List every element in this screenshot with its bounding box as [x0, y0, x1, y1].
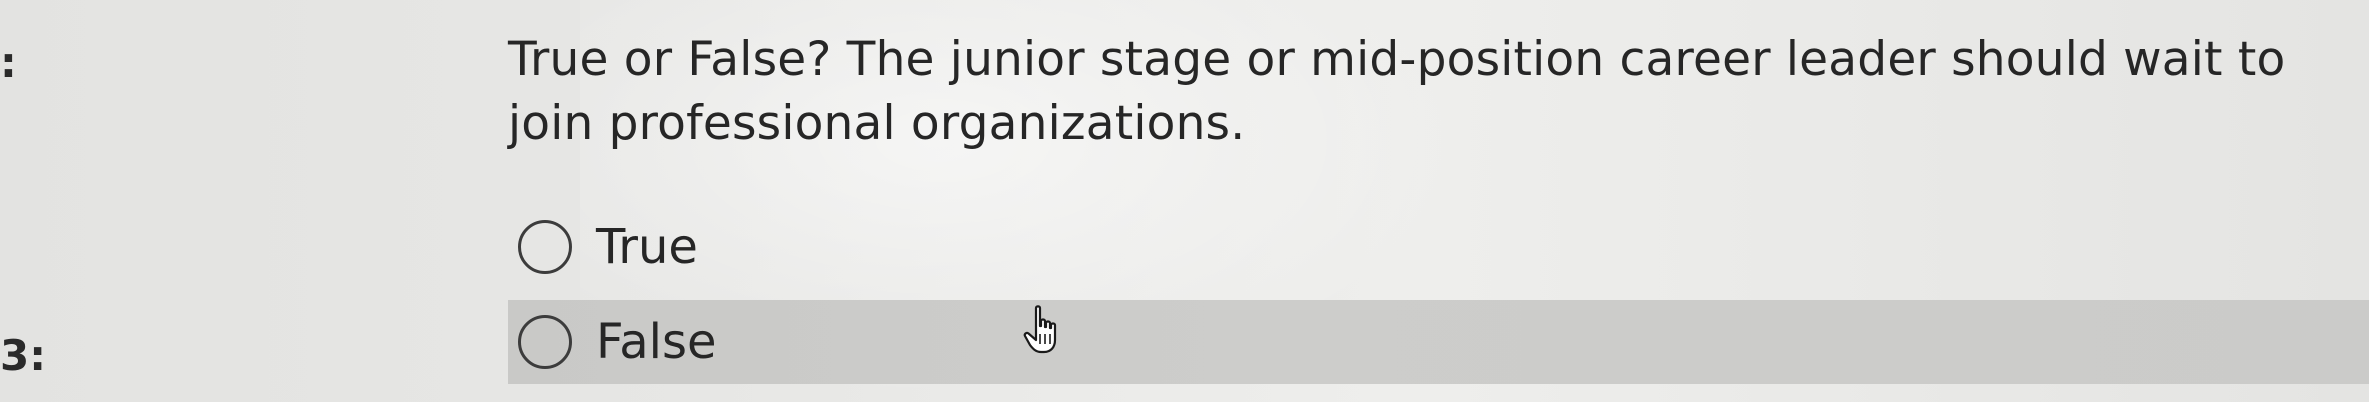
- radio-button-icon[interactable]: [518, 220, 572, 274]
- previous-question-marker: :: [0, 38, 17, 87]
- answer-option-false[interactable]: False: [508, 300, 2369, 384]
- radio-button-icon[interactable]: [518, 315, 572, 369]
- answer-option-true[interactable]: True: [508, 205, 2369, 289]
- next-question-marker: 3:: [0, 331, 47, 380]
- answer-option-label: True: [596, 219, 698, 275]
- answer-option-label: False: [596, 314, 717, 370]
- question-text: True or False? The junior stage or mid-p…: [508, 32, 2286, 151]
